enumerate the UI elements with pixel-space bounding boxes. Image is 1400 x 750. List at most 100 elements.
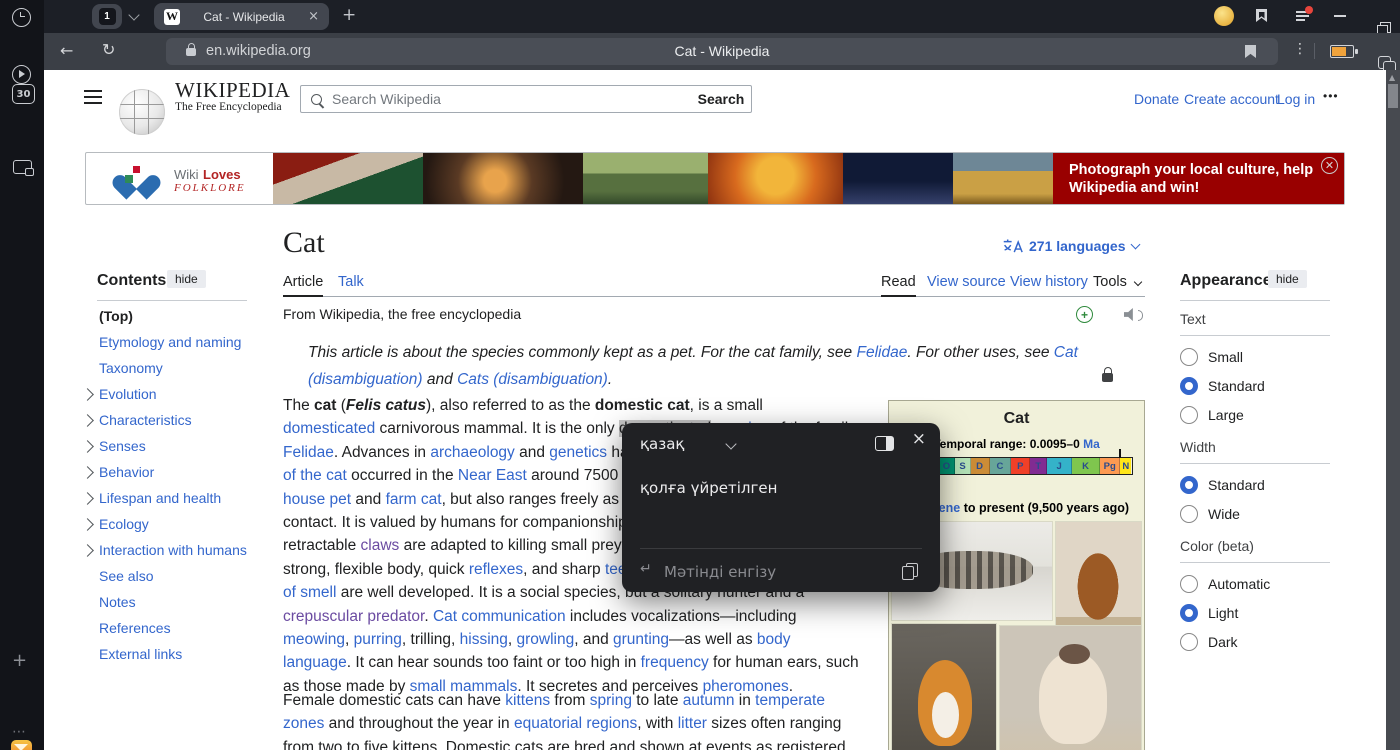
era-segment[interactable]: D <box>971 458 990 474</box>
browser-tab[interactable]: W Cat - Wikipedia × <box>154 3 329 30</box>
extension-icon[interactable] <box>1378 56 1391 69</box>
article-link[interactable]: meowing <box>283 631 345 648</box>
toc-item[interactable]: See also <box>83 563 263 589</box>
battery-icon[interactable] <box>1330 45 1354 58</box>
tab-article[interactable]: Article <box>283 274 323 290</box>
tab-talk[interactable]: Talk <box>338 274 364 290</box>
article-link[interactable]: Near East <box>458 467 527 484</box>
article-link[interactable]: Cats (disambiguation) <box>457 371 608 388</box>
tab-view-history[interactable]: View history <box>1010 274 1088 290</box>
banner-close-icon[interactable]: ✕ <box>1321 157 1338 174</box>
toc-expand-chevron-icon[interactable] <box>81 518 94 531</box>
tab-view-source[interactable]: View source <box>927 274 1006 290</box>
article-link[interactable]: house pet <box>283 491 351 508</box>
appearance-option[interactable]: Standard <box>1180 371 1330 400</box>
toc-item[interactable]: External links <box>83 641 263 667</box>
workspace-chevron-icon[interactable] <box>128 9 139 20</box>
green-plus-badge-icon[interactable]: + <box>1076 306 1093 323</box>
ginger-and-white-cat-photo[interactable] <box>892 624 996 750</box>
translate-input[interactable]: Мәтінді енгізу <box>664 563 776 581</box>
article-link[interactable]: purring <box>354 631 402 648</box>
bookmarks-sidebar-icon[interactable] <box>1256 9 1267 22</box>
era-segment[interactable]: J <box>1047 458 1072 474</box>
article-link[interactable]: archaeology <box>430 444 514 461</box>
article-link[interactable]: litter <box>678 715 707 732</box>
back-icon[interactable]: ← <box>60 41 73 60</box>
article-link[interactable]: hissing <box>460 631 508 648</box>
minimize-button[interactable] <box>1334 15 1346 17</box>
toc-item[interactable]: (Top) <box>83 303 263 329</box>
era-segment[interactable]: C <box>990 458 1012 474</box>
article-link[interactable]: spring <box>590 692 632 709</box>
article-link[interactable]: genetics <box>549 444 607 461</box>
search-input[interactable] <box>330 90 691 108</box>
era-segment[interactable]: N <box>1120 458 1131 474</box>
scrollbar-up-arrow[interactable]: ▲ <box>1389 73 1395 82</box>
radio-unselected[interactable] <box>1180 505 1198 523</box>
appearance-option[interactable]: Wide <box>1180 499 1330 528</box>
era-segment[interactable]: K <box>1072 458 1100 474</box>
radio-selected[interactable] <box>1180 377 1198 395</box>
article-link[interactable]: frequency <box>641 654 709 671</box>
siamese-cat-photo[interactable] <box>1000 626 1141 750</box>
scrollbar[interactable] <box>1386 70 1400 750</box>
toc-item[interactable]: Lifespan and health <box>83 485 263 511</box>
history-clock-icon[interactable] <box>12 8 31 27</box>
radio-unselected[interactable] <box>1180 348 1198 366</box>
toc-item[interactable]: Etymology and naming <box>83 329 263 355</box>
article-link[interactable]: crepuscular predator <box>283 608 424 625</box>
profile-avatar[interactable] <box>1214 6 1234 26</box>
appearance-hide-button[interactable]: hide <box>1268 270 1307 288</box>
workspace-indicator[interactable]: 1 <box>92 4 122 29</box>
article-link[interactable]: Cat communication <box>433 608 566 625</box>
appearance-option[interactable]: Small <box>1180 342 1330 371</box>
copy-icon[interactable] <box>906 563 918 577</box>
media-play-icon[interactable] <box>12 65 31 84</box>
radio-unselected[interactable] <box>1180 406 1198 424</box>
article-link[interactable]: claws <box>361 537 400 554</box>
toc-hide-button[interactable]: hide <box>167 270 206 288</box>
scrollbar-thumb[interactable] <box>1388 84 1398 108</box>
article-link[interactable]: autumn <box>683 692 735 709</box>
search-button[interactable]: Search <box>691 85 752 113</box>
toc-expand-chevron-icon[interactable] <box>81 544 94 557</box>
toc-item[interactable]: Notes <box>83 589 263 615</box>
language-chevron-icon[interactable] <box>725 438 736 449</box>
main-menu-icon[interactable] <box>84 90 102 104</box>
era-segment[interactable]: O <box>938 458 955 474</box>
tab-read[interactable]: Read <box>881 274 916 290</box>
thunderbird-icon[interactable] <box>11 740 32 750</box>
article-link[interactable]: domesticated <box>283 420 375 437</box>
radio-selected[interactable] <box>1180 604 1198 622</box>
era-segment[interactable]: P <box>1011 458 1030 474</box>
toc-item[interactable]: Interaction with humans <box>83 537 263 563</box>
toc-expand-chevron-icon[interactable] <box>81 466 94 479</box>
toc-item[interactable]: Behavior <box>83 459 263 485</box>
url-bar[interactable]: en.wikipedia.org Cat - Wikipedia <box>166 38 1278 65</box>
article-link[interactable]: Felidae <box>856 344 907 361</box>
create-account-link[interactable]: Create account <box>1184 91 1279 107</box>
popup-close-icon[interactable]: × <box>912 429 926 449</box>
tab-close-icon[interactable]: × <box>308 9 319 24</box>
wikipedia-logo[interactable] <box>119 89 165 135</box>
radio-unselected[interactable] <box>1180 575 1198 593</box>
article-link[interactable]: farm cat <box>386 491 442 508</box>
article-link[interactable]: equatorial regions <box>514 715 637 732</box>
open-sidebar-icon[interactable] <box>875 436 894 451</box>
appearance-option[interactable]: Large <box>1180 400 1330 429</box>
toc-expand-chevron-icon[interactable] <box>81 388 94 401</box>
appearance-option[interactable]: Standard <box>1180 470 1330 499</box>
languages-button[interactable]: 271 languages <box>1002 238 1139 254</box>
reload-icon[interactable]: ↻ <box>102 40 115 59</box>
screenshot-icon[interactable] <box>13 160 32 174</box>
article-link[interactable]: Felidae <box>283 444 334 461</box>
appearance-option[interactable]: Automatic <box>1180 569 1330 598</box>
era-segment[interactable]: S <box>955 458 970 474</box>
tab-tools[interactable]: Tools <box>1093 274 1127 290</box>
article-link[interactable]: kittens <box>505 692 550 709</box>
calendar-30-icon[interactable]: 30 <box>12 84 35 104</box>
new-item-plus-icon[interactable]: + <box>12 650 27 671</box>
appearance-option[interactable]: Dark <box>1180 627 1330 656</box>
source-language-selector[interactable]: қазақ <box>640 435 684 453</box>
wikipedia-wordmark[interactable]: WIKIPEDIA <box>175 78 290 103</box>
